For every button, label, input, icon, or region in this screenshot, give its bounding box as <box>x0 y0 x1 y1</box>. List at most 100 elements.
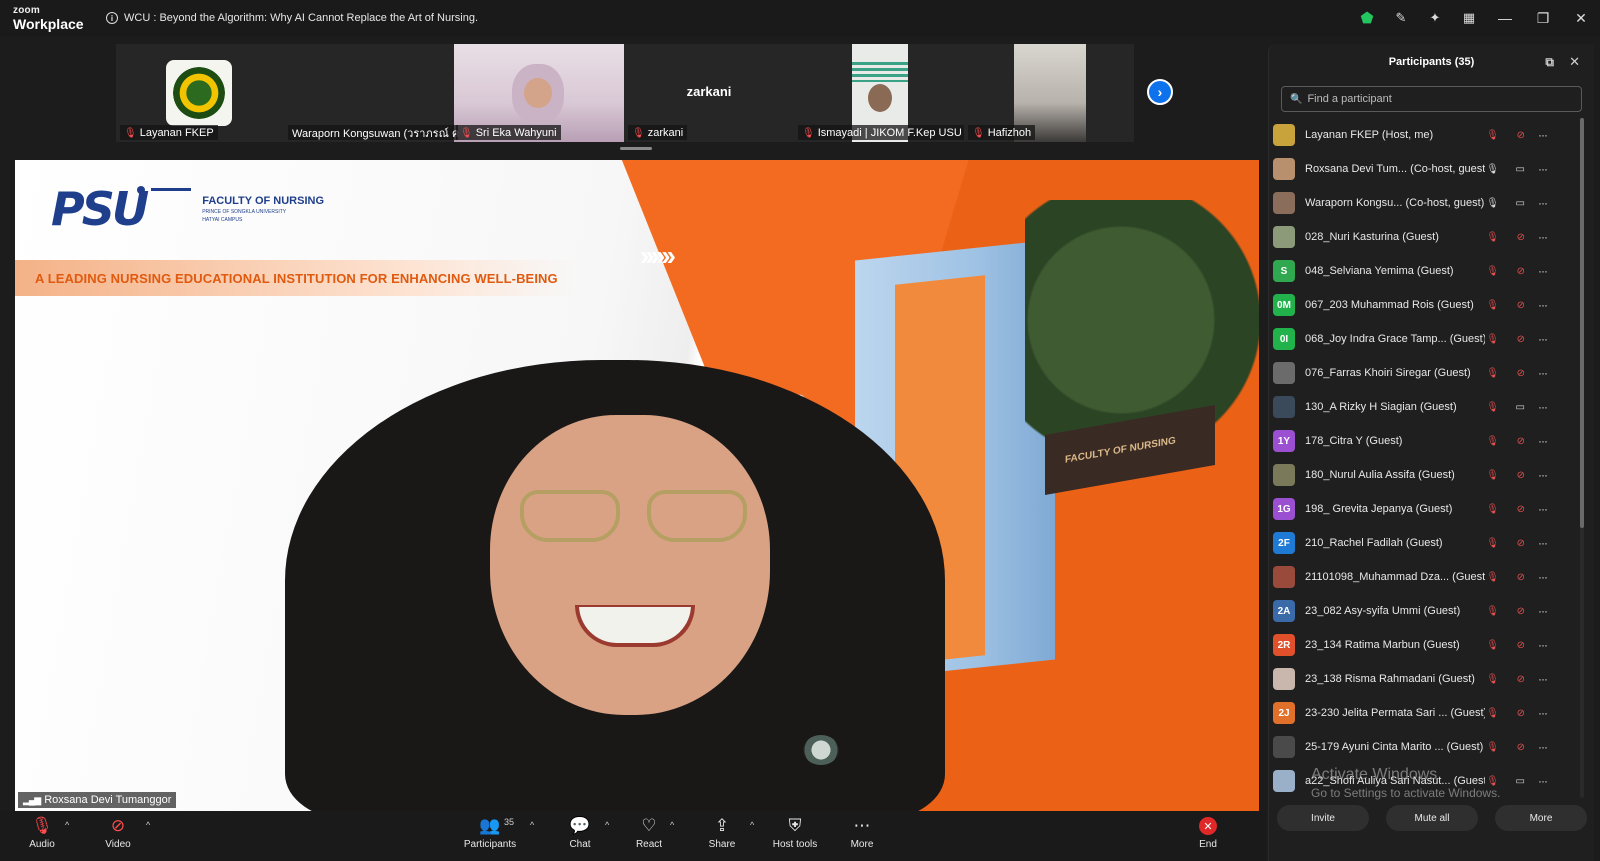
participant-row[interactable]: 23_138 Risma Rahmadani (Guest) 🎙 ⊘ ··· <box>1269 662 1595 696</box>
mic-icon[interactable]: 🎙 <box>1486 164 1499 175</box>
end-meeting-button[interactable]: ✕ End <box>1178 815 1238 850</box>
participant-more-icon[interactable]: ··· <box>1538 604 1548 618</box>
mic-muted-icon[interactable]: 🎙 <box>1486 266 1499 277</box>
participant-row[interactable]: 2F 210_Rachel Fadilah (Guest) 🎙 ⊘ ··· <box>1269 526 1595 560</box>
video-off-icon[interactable]: ⊘ <box>1517 436 1525 447</box>
participant-row[interactable]: 180_Nurul Aulia Assifa (Guest) 🎙 ⊘ ··· <box>1269 458 1595 492</box>
participant-more-icon[interactable]: ··· <box>1538 570 1548 584</box>
participant-row[interactable]: 076_Farras Khoiri Siregar (Guest) 🎙 ⊘ ··· <box>1269 356 1595 390</box>
video-tile[interactable]: zarkani 🎙 zarkani <box>624 44 794 142</box>
video-tile[interactable]: 🎙 Layanan FKEP <box>116 44 286 142</box>
chat-button[interactable]: 💬 Chat <box>550 815 610 850</box>
info-icon[interactable]: i <box>106 12 118 24</box>
video-off-icon[interactable]: ⊘ <box>1517 232 1525 243</box>
video-icon[interactable]: ▭ <box>1516 198 1525 209</box>
mic-muted-icon[interactable]: 🎙 <box>1486 572 1499 583</box>
video-off-icon[interactable]: ⊘ <box>1517 538 1525 549</box>
mic-muted-icon[interactable]: 🎙 <box>1486 368 1499 379</box>
participant-row[interactable]: 130_A Rizky H Siagian (Guest) 🎙 ▭ ··· <box>1269 390 1595 424</box>
participant-row[interactable]: 25-179 Ayuni Cinta Marito ... (Guest) 🎙 ⊘ ·… <box>1269 730 1595 764</box>
audio-button[interactable]: 🎙 Audio <box>12 815 72 850</box>
participant-more-icon[interactable]: ··· <box>1538 366 1548 380</box>
video-tile[interactable]: Waraporn Kongsuwan (วราภรณ์ ค... 🎙 Sri Ek… <box>284 44 624 142</box>
view-grid-icon[interactable]: ▦ <box>1452 0 1486 36</box>
chat-options-caret[interactable]: ^ <box>605 820 609 830</box>
participant-row[interactable]: 2R 23_134 Ratima Marbun (Guest) 🎙 ⊘ ··· <box>1269 628 1595 662</box>
video-off-icon[interactable]: ⊘ <box>1517 572 1525 583</box>
video-tile[interactable]: 🎙 Ismayadi | JIKOM F.Kep USU <box>794 44 964 142</box>
active-speaker-video[interactable]: FACULTY OF NURSING ›››››› PSU FACULTY OF… <box>15 160 1259 811</box>
mute-all-button[interactable]: Mute all <box>1386 805 1478 831</box>
video-off-icon[interactable]: ⊘ <box>1517 504 1525 515</box>
participant-more-icon[interactable]: ··· <box>1538 434 1548 448</box>
ai-companion-icon[interactable]: ✦ <box>1418 0 1452 36</box>
mic-muted-icon[interactable]: 🎙 <box>1486 742 1499 753</box>
host-tools-button[interactable]: ⛨ Host tools <box>765 815 825 850</box>
participant-row[interactable]: S 048_Selviana Yemima (Guest) 🎙 ⊘ ··· <box>1269 254 1595 288</box>
participant-row[interactable]: Layanan FKEP (Host, me) 🎙 ⊘ ··· <box>1269 118 1595 152</box>
minimize-icon[interactable]: — <box>1486 0 1524 36</box>
participants-options-caret[interactable]: ^ <box>530 820 534 830</box>
participant-row[interactable]: 21101098_Muhammad Dza... (Guest) 🎙 ⊘ ··· <box>1269 560 1595 594</box>
video-button[interactable]: ⊘ Video <box>88 815 148 850</box>
participant-more-icon[interactable]: ··· <box>1538 740 1548 754</box>
video-off-icon[interactable]: ⊘ <box>1517 334 1525 345</box>
close-panel-icon[interactable]: ✕ <box>1569 54 1580 70</box>
video-icon[interactable]: ▭ <box>1516 402 1525 413</box>
mic-muted-icon[interactable]: 🎙 <box>1486 232 1499 243</box>
participant-more-icon[interactable]: ··· <box>1538 298 1548 312</box>
participant-more-icon[interactable]: ··· <box>1538 638 1548 652</box>
search-input[interactable] <box>1307 93 1558 105</box>
participant-row[interactable]: 2A 23_082 Asy-syifa Ummi (Guest) 🎙 ⊘ ··· <box>1269 594 1595 628</box>
mic-muted-icon[interactable]: 🎙 <box>1486 538 1499 549</box>
participant-more-icon[interactable]: ··· <box>1538 128 1548 142</box>
audio-options-caret[interactable]: ^ <box>65 820 69 830</box>
participant-more-icon[interactable]: ··· <box>1538 468 1548 482</box>
share-options-caret[interactable]: ^ <box>750 820 754 830</box>
mic-muted-icon[interactable]: 🎙 <box>1486 402 1499 413</box>
annotate-pen-icon[interactable]: ✎ <box>1384 0 1418 36</box>
participant-more-icon[interactable]: ··· <box>1538 332 1548 346</box>
video-off-icon[interactable]: ⊘ <box>1517 708 1525 719</box>
participant-row[interactable]: Roxsana Devi Tum... (Co-host, guest) 🎙 ▭ ··… <box>1269 152 1595 186</box>
participant-row[interactable]: 2J 23-230 Jelita Permata Sari ... (Guest)… <box>1269 696 1595 730</box>
mic-muted-icon[interactable]: 🎙 <box>1486 470 1499 481</box>
participant-more-icon[interactable]: ··· <box>1538 264 1548 278</box>
video-off-icon[interactable]: ⊘ <box>1517 674 1525 685</box>
video-off-icon[interactable]: ⊘ <box>1517 130 1525 141</box>
mic-muted-icon[interactable]: 🎙 <box>1486 640 1499 651</box>
video-off-icon[interactable]: ⊘ <box>1517 742 1525 753</box>
share-button[interactable]: ⇪ Share <box>692 815 752 850</box>
video-off-icon[interactable]: ⊘ <box>1517 470 1525 481</box>
video-off-icon[interactable]: ⊘ <box>1517 606 1525 617</box>
mic-muted-icon[interactable]: 🎙 <box>1486 674 1499 685</box>
participant-more-icon[interactable]: ··· <box>1538 196 1548 210</box>
video-options-caret[interactable]: ^ <box>146 820 150 830</box>
participant-more-icon[interactable]: ··· <box>1538 230 1548 244</box>
participant-more-icon[interactable]: ··· <box>1538 706 1548 720</box>
mic-muted-icon[interactable]: 🎙 <box>1486 606 1499 617</box>
gallery-next-button[interactable]: › <box>1147 79 1173 105</box>
pop-out-icon[interactable]: ⧉ <box>1545 55 1554 70</box>
participant-more-icon[interactable]: ··· <box>1538 400 1548 414</box>
participant-row[interactable]: 1Y 178_Citra Y (Guest) 🎙 ⊘ ··· <box>1269 424 1595 458</box>
meeting-title[interactable]: i WCU : Beyond the Algorithm: Why AI Can… <box>106 12 478 24</box>
participant-more-icon[interactable]: ··· <box>1538 672 1548 686</box>
react-options-caret[interactable]: ^ <box>670 820 674 830</box>
participant-search[interactable]: 🔍 <box>1281 86 1582 112</box>
invite-button[interactable]: Invite <box>1277 805 1369 831</box>
video-icon[interactable]: ▭ <box>1516 776 1525 787</box>
mic-muted-icon[interactable]: 🎙 <box>1486 436 1499 447</box>
participant-more-icon[interactable]: ··· <box>1538 162 1548 176</box>
mic-muted-icon[interactable]: 🎙 <box>1486 334 1499 345</box>
participant-more-icon[interactable]: ··· <box>1538 774 1548 788</box>
mic-muted-icon[interactable]: 🎙 <box>1486 130 1499 141</box>
participant-row[interactable]: Waraporn Kongsu... (Co-host, guest) 🎙 ▭ ··· <box>1269 186 1595 220</box>
participant-more-icon[interactable]: ··· <box>1538 502 1548 516</box>
participant-row[interactable]: 0M 067_203 Muhammad Rois (Guest) 🎙 ⊘ ··· <box>1269 288 1595 322</box>
mic-muted-icon[interactable]: 🎙 <box>1486 708 1499 719</box>
mic-icon[interactable]: 🎙 <box>1486 198 1499 209</box>
participant-list-scrollbar[interactable] <box>1580 118 1584 798</box>
video-off-icon[interactable]: ⊘ <box>1517 368 1525 379</box>
participant-row[interactable]: 0I 068_Joy Indra Grace Tamp... (Guest) 🎙 ⊘ ·… <box>1269 322 1595 356</box>
